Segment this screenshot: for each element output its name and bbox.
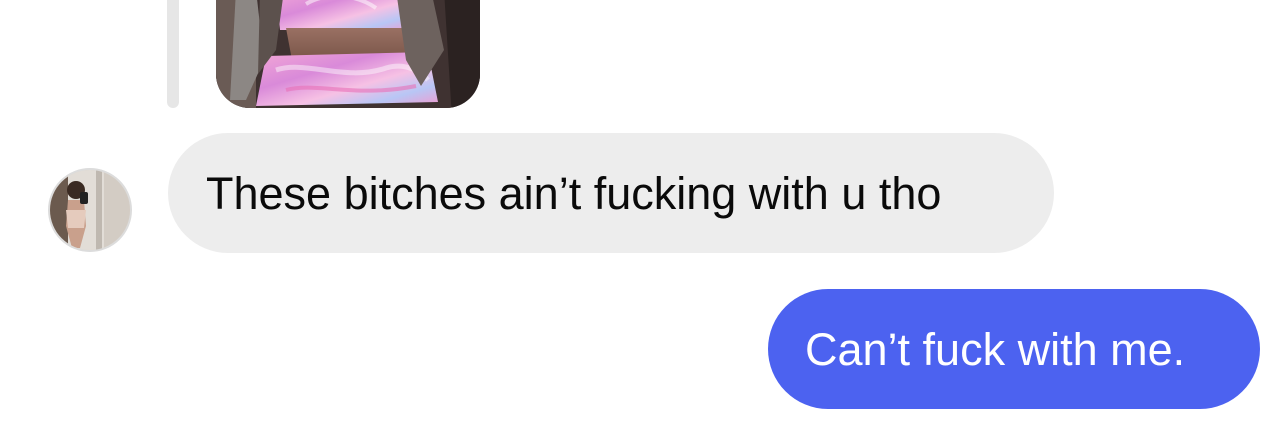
message-bubble-outgoing[interactable]: Can’t fuck with me. [768,289,1260,409]
message-text: Can’t fuck with me. [805,323,1186,375]
sender-avatar[interactable] [48,168,132,252]
photo-thumbnail-icon [216,0,480,108]
shared-photo-thumbnail[interactable] [216,0,480,108]
message-text: These bitches ain’t fucking with u tho [206,167,942,219]
message-bubble-incoming[interactable]: These bitches ain’t fucking with u tho [168,133,1054,253]
avatar-photo-icon [50,170,130,250]
reply-quote-bar [167,0,179,108]
